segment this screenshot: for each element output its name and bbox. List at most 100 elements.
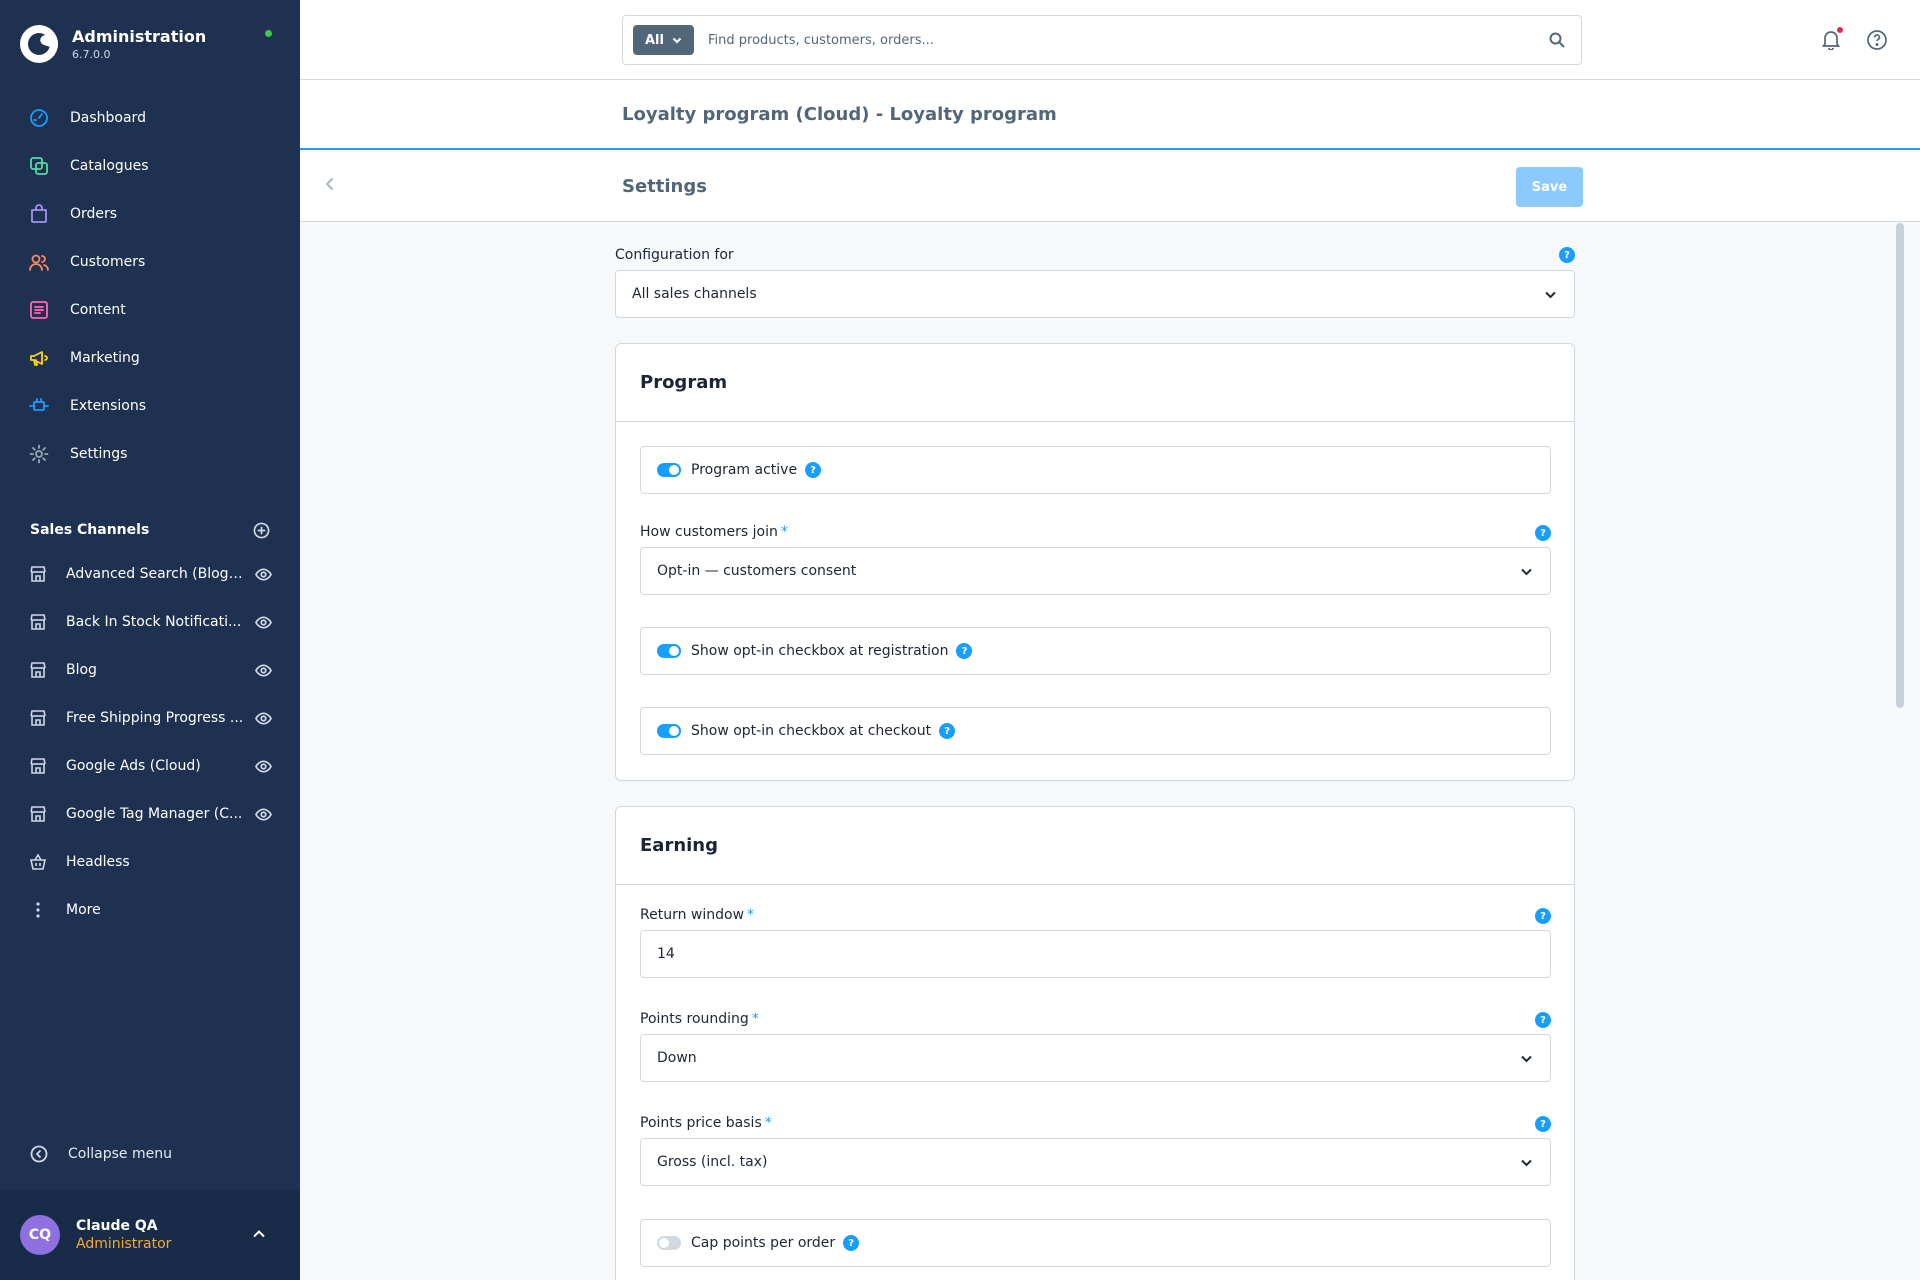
sales-channel-item[interactable]: Google Tag Manager (C... [0, 790, 300, 838]
help-circle-icon[interactable]: ? [1535, 1116, 1551, 1132]
eye-icon[interactable] [254, 613, 272, 631]
opt-in-registration-toggle[interactable] [657, 644, 681, 658]
program-card: Program Program active ? How customers j… [615, 343, 1575, 781]
sales-channel-item[interactable]: Google Ads (Cloud) [0, 742, 300, 790]
user-menu[interactable]: CQ Claude QA Administrator [0, 1190, 300, 1280]
eye-icon[interactable] [254, 757, 272, 775]
help-circle-icon[interactable]: ? [805, 462, 822, 478]
cap-points-toggle[interactable] [657, 1236, 681, 1250]
scrollbar-thumb[interactable] [1896, 223, 1904, 708]
page-title: Loyalty program (Cloud) - Loyalty progra… [622, 104, 1057, 125]
earning-card-title: Earning [616, 807, 1574, 885]
configuration-for-label: Configuration for [615, 247, 734, 263]
eye-icon[interactable] [254, 661, 272, 679]
shopware-logo-icon [20, 25, 58, 63]
configuration-for-select[interactable]: All sales channels [615, 270, 1575, 318]
nav-item-settings[interactable]: Settings [0, 430, 300, 478]
chevron-down-icon [1520, 1156, 1534, 1170]
brand-version: 6.7.0.0 [72, 47, 111, 61]
sidebar: Administration 6.7.0.0 Dashboard Catalog… [0, 0, 300, 1280]
required-mark: * [780, 524, 788, 540]
help-circle-icon[interactable]: ? [1535, 1012, 1551, 1028]
opt-in-registration-label: Show opt-in checkbox at registration [691, 643, 949, 659]
sales-channel-item[interactable]: Blog [0, 646, 300, 694]
back-arrow-icon[interactable] [322, 176, 342, 196]
return-window-input[interactable]: 14 [640, 930, 1551, 978]
return-window-label: Return window * [640, 907, 754, 923]
save-button[interactable]: Save [1516, 167, 1583, 207]
search-type-select[interactable]: All [633, 25, 694, 55]
help-circle-icon[interactable]: ? [1535, 908, 1551, 924]
nav-label-orders: Orders [70, 206, 118, 222]
help-circle-icon[interactable]: ? [939, 723, 956, 739]
nav-item-orders[interactable]: Orders [0, 190, 300, 238]
chevron-up-icon[interactable] [252, 1226, 270, 1244]
points-rounding-text: Points rounding [640, 1011, 749, 1027]
avatar: CQ [20, 1215, 60, 1255]
nav-label-content: Content [70, 302, 126, 318]
chevron-down-icon [1520, 565, 1534, 579]
program-active-field: Program active ? [640, 446, 1551, 494]
nav-item-catalogues[interactable]: Catalogues [0, 142, 300, 190]
opt-in-registration-field: Show opt-in checkbox at registration ? [640, 627, 1551, 675]
sales-channel-label: Back In Stock Notificati... [66, 614, 242, 630]
collapse-menu-button[interactable]: Collapse menu [30, 1145, 172, 1163]
eye-icon[interactable] [254, 805, 272, 823]
points-price-basis-text: Points price basis [640, 1115, 762, 1131]
program-card-title: Program [616, 344, 1574, 422]
opt-in-checkout-toggle[interactable] [657, 724, 681, 738]
search-type-label: All [645, 32, 664, 48]
brand: Administration 6.7.0.0 [20, 22, 206, 66]
sales-channels-title: Sales Channels [30, 522, 150, 538]
sales-channel-item[interactable]: Free Shipping Progress ... [0, 694, 300, 742]
customers-icon [28, 251, 50, 273]
points-rounding-value: Down [657, 1050, 697, 1066]
collapse-menu-label: Collapse menu [68, 1146, 172, 1162]
user-name: Claude QA [76, 1218, 158, 1234]
how-customers-join-text: How customers join [640, 524, 778, 540]
sales-channel-label: Google Ads (Cloud) [66, 758, 201, 774]
help-icon[interactable] [1866, 29, 1888, 51]
sales-channel-item[interactable]: Back In Stock Notificati... [0, 598, 300, 646]
help-circle-icon[interactable]: ? [1535, 525, 1551, 541]
sales-channel-item[interactable]: Headless [0, 838, 300, 886]
search-icon[interactable] [1547, 30, 1567, 50]
sales-channels-header: Sales Channels [30, 518, 270, 542]
orders-icon [28, 203, 50, 225]
program-active-toggle[interactable] [657, 463, 681, 477]
add-sales-channel-icon[interactable] [252, 521, 270, 539]
return-window-text: Return window [640, 907, 745, 923]
status-dot [265, 30, 272, 37]
storefront-icon [28, 660, 48, 680]
marketing-icon [28, 347, 50, 369]
global-search: All [622, 15, 1582, 65]
basket-icon [28, 852, 48, 872]
nav-item-marketing[interactable]: Marketing [0, 334, 300, 382]
opt-in-checkout-label: Show opt-in checkbox at checkout [691, 723, 932, 739]
smart-bar: Settings Save [300, 152, 1920, 222]
cap-points-label: Cap points per order [691, 1235, 836, 1251]
sales-channel-item[interactable]: Advanced Search (Blog ... [0, 550, 300, 598]
nav-item-dashboard[interactable]: Dashboard [0, 94, 300, 142]
sales-channel-label: Headless [66, 854, 130, 870]
how-customers-join-select[interactable]: Opt-in — customers consent [640, 547, 1551, 595]
sales-channel-list: Advanced Search (Blog ... Back In Stock … [0, 550, 300, 934]
nav-item-extensions[interactable]: Extensions [0, 382, 300, 430]
notifications-bell-icon[interactable] [1820, 26, 1844, 52]
help-circle-icon[interactable]: ? [956, 643, 973, 659]
settings-icon [28, 443, 50, 465]
more-sales-channels[interactable]: More [0, 886, 300, 934]
points-price-basis-select[interactable]: Gross (incl. tax) [640, 1138, 1551, 1186]
earning-card: Earning Return window * ? 14 Points round… [615, 806, 1575, 1280]
main-nav: Dashboard Catalogues Orders Customers Co… [0, 94, 300, 478]
help-circle-icon[interactable]: ? [1559, 247, 1575, 263]
help-circle-icon[interactable]: ? [843, 1235, 860, 1251]
search-input[interactable] [707, 32, 1547, 48]
nav-item-customers[interactable]: Customers [0, 238, 300, 286]
opt-in-checkout-field: Show opt-in checkbox at checkout ? [640, 707, 1551, 755]
eye-icon[interactable] [254, 565, 272, 583]
smart-bar-title: Settings [622, 176, 707, 197]
nav-item-content[interactable]: Content [0, 286, 300, 334]
points-rounding-select[interactable]: Down [640, 1034, 1551, 1082]
eye-icon[interactable] [254, 709, 272, 727]
